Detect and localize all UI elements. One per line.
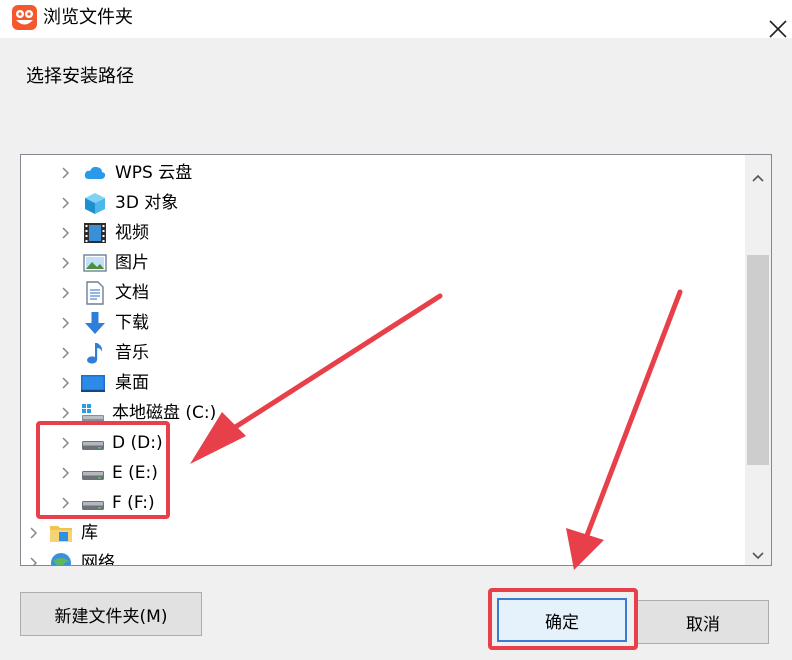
drive-icon — [82, 441, 104, 450]
app-logo-icon — [12, 5, 37, 30]
chevron-right-icon[interactable] — [61, 286, 71, 300]
cloud-icon — [84, 166, 106, 179]
tree-item-label: 图片 — [115, 253, 149, 273]
chevron-right-icon[interactable] — [61, 196, 71, 210]
drive-icon — [82, 501, 104, 510]
tree-item-label: D (D:) — [112, 433, 163, 453]
tree-scrollbar[interactable] — [745, 155, 771, 565]
new-folder-button[interactable]: 新建文件夹(M) — [20, 592, 202, 636]
network-icon — [51, 553, 71, 565]
drive-icon — [82, 471, 104, 480]
cancel-button[interactable]: 取消 — [637, 600, 769, 644]
chevron-right-icon[interactable] — [61, 256, 71, 270]
tree-item-drive-f[interactable]: F (F:) — [21, 488, 745, 518]
tree-item-3d-objects[interactable]: 3D 对象 — [21, 188, 745, 218]
folder-tree[interactable]: WPS 云盘 3D 对象 视频 图片 文档 下载 音乐 桌面 本地磁盘 (C:)… — [20, 154, 772, 566]
tree-item-downloads[interactable]: 下载 — [21, 308, 745, 338]
tree-item-drive-c[interactable]: 本地磁盘 (C:) — [21, 398, 745, 428]
tree-item-libraries[interactable]: 库 — [21, 518, 745, 548]
tree-item-pictures[interactable]: 图片 — [21, 248, 745, 278]
document-icon — [86, 281, 104, 305]
tree-item-label: F (F:) — [112, 493, 155, 513]
chevron-right-icon[interactable] — [61, 406, 71, 420]
chevron-right-icon[interactable] — [29, 556, 39, 566]
chevron-right-icon[interactable] — [61, 316, 71, 330]
tree-item-desktop[interactable]: 桌面 — [21, 368, 745, 398]
chevron-right-icon[interactable] — [61, 226, 71, 240]
tree-item-label: 本地磁盘 (C:) — [112, 403, 217, 423]
chevron-right-icon[interactable] — [61, 466, 71, 480]
tree-item-label: 视频 — [115, 223, 149, 243]
scroll-up-arrow-icon[interactable] — [745, 165, 771, 191]
tree-item-label: 库 — [81, 523, 98, 543]
tree-item-drive-d[interactable]: D (D:) — [21, 428, 745, 458]
music-note-icon — [87, 343, 103, 364]
chevron-right-icon[interactable] — [29, 526, 39, 540]
tree-item-documents[interactable]: 文档 — [21, 278, 745, 308]
picture-icon — [83, 254, 107, 272]
title-bar: 浏览文件夹 — [0, 0, 792, 38]
chevron-right-icon[interactable] — [61, 436, 71, 450]
chevron-right-icon[interactable] — [61, 496, 71, 510]
instruction-label: 选择安装路径 — [26, 66, 134, 87]
tree-item-network[interactable]: 网络 — [21, 548, 745, 566]
tree-item-wps-cloud[interactable]: WPS 云盘 — [21, 158, 745, 188]
desktop-icon — [81, 375, 105, 392]
chevron-right-icon[interactable] — [61, 376, 71, 390]
tree-item-drive-e[interactable]: E (E:) — [21, 458, 745, 488]
film-icon — [84, 223, 106, 243]
tree-item-label: 音乐 — [115, 343, 149, 363]
tree-item-label: 网络 — [81, 553, 115, 566]
chevron-right-icon[interactable] — [61, 346, 71, 360]
tree-item-label: WPS 云盘 — [115, 163, 193, 183]
library-folder-icon — [50, 526, 72, 542]
scroll-down-arrow-icon[interactable] — [745, 543, 771, 569]
close-icon[interactable] — [760, 8, 790, 38]
scrollbar-thumb[interactable] — [747, 255, 769, 465]
ok-button[interactable]: 确定 — [497, 598, 627, 642]
window-title: 浏览文件夹 — [43, 7, 133, 28]
system-drive-icon — [82, 404, 104, 422]
tree-item-label: 桌面 — [115, 373, 149, 393]
cube-icon — [85, 193, 105, 214]
tree-item-videos[interactable]: 视频 — [21, 218, 745, 248]
tree-item-music[interactable]: 音乐 — [21, 338, 745, 368]
chevron-right-icon[interactable] — [61, 166, 71, 180]
tree-item-label: 3D 对象 — [115, 193, 179, 213]
tree-item-label: E (E:) — [112, 463, 158, 483]
download-arrow-icon — [85, 312, 105, 334]
tree-item-label: 下载 — [115, 313, 149, 333]
tree-item-label: 文档 — [115, 283, 149, 303]
